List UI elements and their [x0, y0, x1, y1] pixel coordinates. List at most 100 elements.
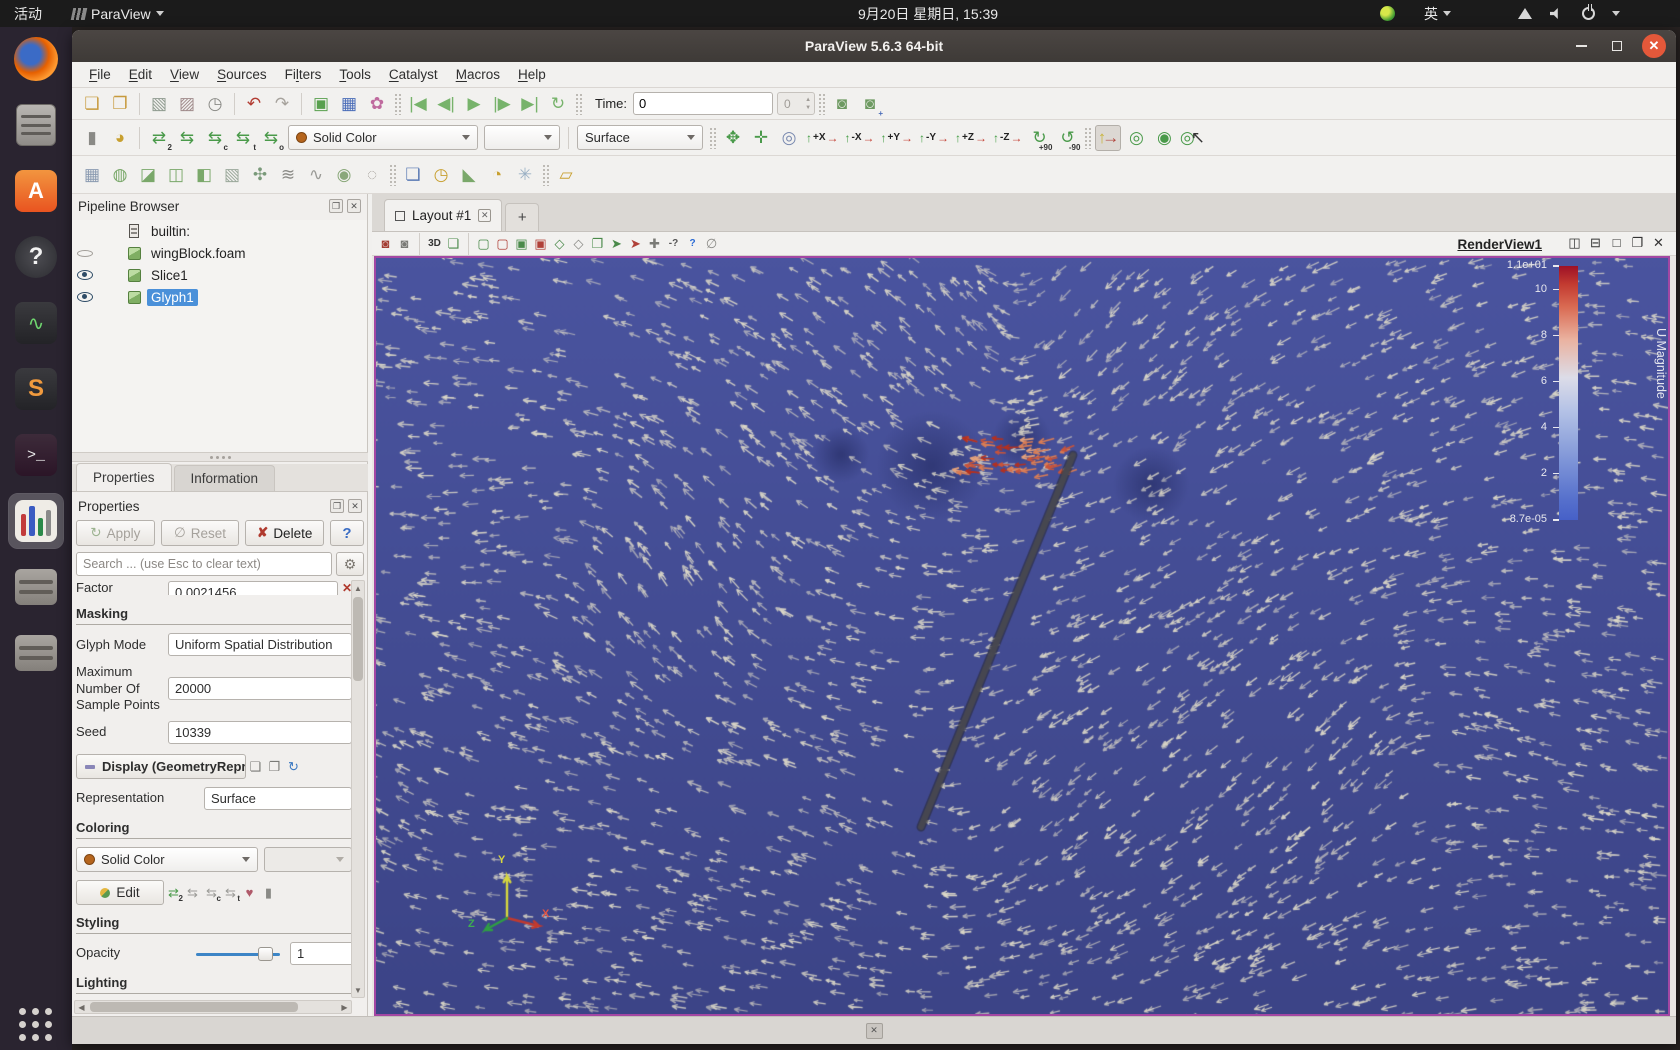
warp-vector-icon[interactable]: ∿ [303, 162, 329, 188]
reset-camera-icon[interactable]: ✥ [720, 125, 746, 151]
select-polygon-cells-icon[interactable]: ◇ [550, 234, 569, 253]
save-data-icon[interactable]: ❐ [107, 91, 133, 117]
properties-vertical-scrollbar[interactable]: ▲ ▼ [351, 580, 365, 998]
timer-icon[interactable]: ◷ [202, 91, 228, 117]
rescale-time-small-icon[interactable]: ⇆ t [221, 883, 240, 904]
minimize-button[interactable] [1570, 35, 1592, 57]
search-input[interactable] [76, 552, 332, 576]
archive-app-icon[interactable] [9, 560, 63, 614]
undock-pipeline-icon[interactable]: ❐ [329, 199, 343, 213]
find-data-icon[interactable]: ▦ [336, 91, 362, 117]
menu-catalyst[interactable]: Catalyst [380, 64, 447, 85]
zoom-to-box-icon[interactable]: ◎ [776, 125, 802, 151]
plot-over-time-icon[interactable]: ◷ [428, 162, 454, 188]
auto-apply-icon[interactable]: ▣ [308, 91, 334, 117]
app-menu[interactable]: ParaView [70, 0, 164, 27]
split-vertical-button[interactable]: ⊟ [1586, 233, 1605, 252]
glyph-mode-combo[interactable]: Uniform Spatial Distribution [168, 633, 352, 657]
previous-frame-icon[interactable]: ◀| [433, 91, 459, 117]
scroll-down-icon[interactable]: ▼ [352, 983, 364, 997]
pick-center-icon[interactable]: ◎ ↖ [1179, 125, 1205, 151]
view-plus-x-button[interactable]: ↑ +X → [804, 125, 841, 151]
view-minus-x-button[interactable]: ↑ -X → [843, 125, 877, 151]
hover-cells-icon[interactable]: -? [664, 234, 683, 253]
menu-macros[interactable]: Macros [447, 64, 509, 85]
slice-filter-icon[interactable]: ◫ [163, 162, 189, 188]
factor-field[interactable]: 0.0021456 [168, 581, 338, 596]
interactive-select-cells-icon[interactable]: ➤ [607, 234, 626, 253]
color-palette-icon[interactable]: ✿ [364, 91, 390, 117]
status-indicator-icon[interactable] [1380, 0, 1395, 27]
render-camera-icon[interactable]: ◙ [376, 234, 395, 253]
reset-button[interactable]: ∅ Reset [160, 520, 240, 546]
system-menu-chevron-icon[interactable] [1612, 0, 1620, 27]
rescale-custom-range-icon[interactable]: ⇆ [174, 125, 200, 151]
first-frame-icon[interactable]: |◀ [405, 91, 431, 117]
loop-icon[interactable]: ↻ [545, 91, 571, 117]
extract-subset-icon[interactable]: ▧ [219, 162, 245, 188]
save-screenshot-icon[interactable]: ❏ [444, 234, 463, 253]
close-properties-icon[interactable]: ✕ [348, 499, 362, 513]
input-method-indicator[interactable]: 英 [1424, 0, 1451, 27]
glyph-filter-icon[interactable]: ✣ [247, 162, 273, 188]
delete-button[interactable]: ✘ Delete [245, 520, 325, 546]
color-legend-icon[interactable]: ◕ [107, 125, 133, 151]
menu-edit[interactable]: Edit [120, 64, 161, 85]
search-options-icon[interactable]: ⚙ [336, 552, 364, 576]
opacity-field[interactable]: 1 [290, 942, 352, 965]
visibility-eye-icon[interactable] [77, 292, 93, 302]
rescale-custom-small-icon[interactable]: ⇆ [183, 883, 202, 902]
group-datasets-icon[interactable]: ◉ [331, 162, 357, 188]
apply-button[interactable]: ↻ Apply [76, 520, 155, 546]
render-viewport-canvas[interactable] [376, 258, 1668, 1014]
show-applications-icon[interactable] [0, 1008, 72, 1042]
clip-filter-icon[interactable]: ◪ [135, 162, 161, 188]
help-icon[interactable]: ? [9, 230, 63, 284]
save-state-icon[interactable]: ▨ [174, 91, 200, 117]
close-button[interactable]: ✕ [1642, 34, 1666, 58]
max-points-field[interactable]: 20000 [168, 677, 352, 701]
reset-center-icon[interactable]: ◉ [1151, 125, 1177, 151]
layout-tab[interactable]: Layout #1 ✕ [384, 199, 503, 231]
pipeline-item-builtin[interactable]: builtin: [72, 220, 367, 242]
bottom-panel-close-button[interactable]: ✕ [865, 1022, 883, 1039]
select-block-icon[interactable]: ❐ [588, 234, 607, 253]
archive-app-2-icon[interactable] [9, 626, 63, 680]
probe-location-icon[interactable]: ✳ [512, 162, 538, 188]
select-points-rect-icon[interactable]: ▢ [493, 234, 512, 253]
menu-file[interactable]: File [80, 64, 120, 85]
help-button[interactable]: ? [330, 520, 365, 546]
rescale-data-range-icon[interactable]: ⇄ 2 [146, 125, 172, 152]
monitor-app-icon[interactable]: ∿ [9, 296, 63, 350]
maximize-button[interactable] [1606, 35, 1628, 57]
ubuntu-software-icon[interactable]: A [9, 164, 63, 218]
pipeline-item-wingblockfoam[interactable]: wingBlock.foam [72, 242, 367, 264]
grow-selection-icon[interactable]: ✚ [645, 234, 664, 253]
capture-view-icon[interactable]: ◙ [395, 234, 414, 253]
interactive-select-points-icon[interactable]: ➤ [626, 234, 645, 253]
play-icon[interactable]: ▶ [461, 91, 487, 117]
pipeline-item-slice1[interactable]: Slice1 [72, 264, 367, 286]
orientation-axes-icon[interactable]: ↑ → [1095, 124, 1122, 151]
rescale-data-range-small-icon[interactable]: ⇄ 2 [164, 883, 183, 904]
close-layout-icon[interactable]: ✕ [478, 209, 492, 222]
scroll-up-icon[interactable]: ▲ [352, 581, 364, 595]
view-plus-y-button[interactable]: ↑ +Y → [879, 125, 916, 151]
undock-properties-icon[interactable]: ❐ [330, 499, 344, 513]
show-scalar-bar-icon[interactable]: ▮ [259, 883, 278, 902]
ruler-icon[interactable]: ▱ [553, 162, 579, 188]
contour-filter-icon[interactable]: ◍ [107, 162, 133, 188]
color-by-combo[interactable]: Solid Color [288, 125, 478, 150]
new-layout-tab[interactable]: + [505, 203, 540, 231]
paraview-icon[interactable] [8, 493, 64, 549]
calculator-icon[interactable]: ▦ [79, 162, 105, 188]
opacity-slider[interactable] [196, 946, 280, 962]
component-combo[interactable] [484, 125, 560, 150]
close-view-button[interactable]: ✕ [1649, 233, 1668, 252]
detach-view-button[interactable]: ❐ [1628, 233, 1647, 252]
scroll-right-icon[interactable]: ▶ [338, 1001, 351, 1013]
volume-icon[interactable] [1550, 0, 1563, 27]
adjust-camera-icon[interactable]: ◙ [829, 91, 855, 117]
redo-icon[interactable]: ↷ [269, 91, 295, 117]
render-view-title[interactable]: RenderView1 [1457, 232, 1542, 256]
